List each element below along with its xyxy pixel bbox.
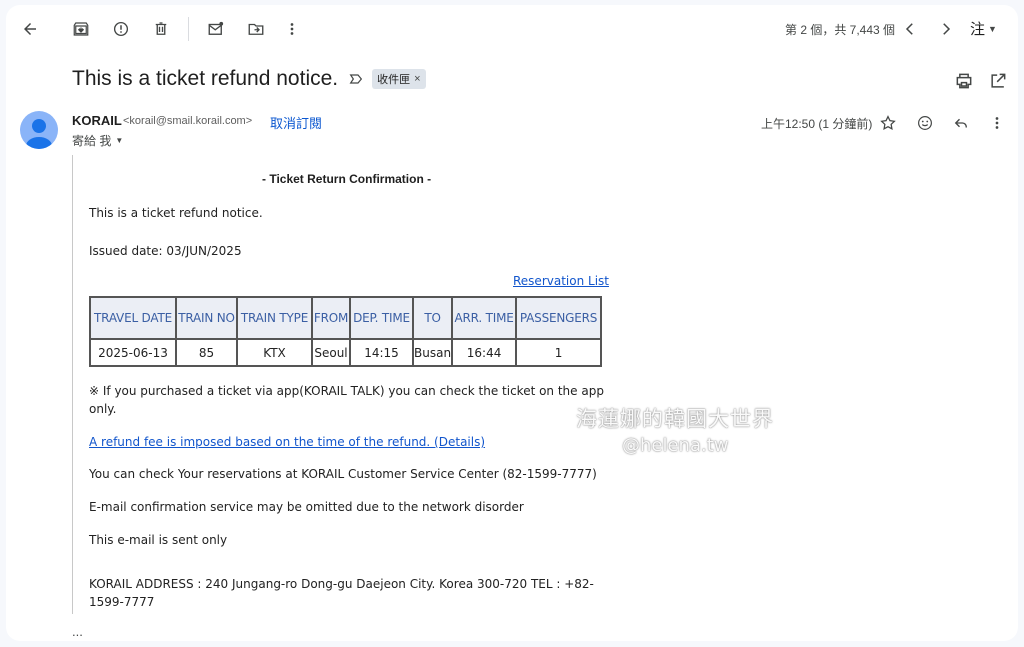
sender-email: <korail@smail.korail.com> — [123, 115, 253, 127]
toolbar: 第 2 個，共 7,443 個 注 ▼ — [6, 5, 1018, 53]
inbox-label-chip[interactable]: 收件匣 × — [372, 69, 426, 89]
quote-bar — [72, 155, 73, 614]
toolbar-divider — [188, 17, 189, 41]
print-icon[interactable] — [954, 71, 974, 91]
recipients-text: 寄給 我 — [72, 134, 112, 148]
table-header: TRAIN NO — [175, 296, 238, 340]
mail-intro: This is a ticket refund notice. — [89, 206, 263, 220]
watermark-handle: @helena.tw — [622, 435, 729, 456]
table-cell: KTX — [236, 338, 313, 367]
table-header: TRAIN TYPE — [236, 296, 313, 340]
table-header: TO — [411, 296, 454, 340]
table-cell: 85 — [175, 338, 238, 367]
emoji-reaction-icon[interactable] — [914, 112, 936, 134]
more-vert-icon[interactable] — [278, 15, 306, 43]
archive-icon[interactable] — [67, 15, 95, 43]
address-line-1: KORAIL ADDRESS : 240 Jungang-ro Dong-gu … — [89, 577, 594, 591]
table-header: DEP. TIME — [349, 296, 414, 340]
issued-date: Issued date: 03/JUN/2025 — [89, 244, 242, 258]
older-chevron-icon[interactable] — [932, 15, 960, 43]
newer-chevron-icon[interactable] — [896, 15, 924, 43]
unsubscribe-link[interactable]: 取消訂閱 — [270, 113, 322, 132]
delete-icon[interactable] — [147, 15, 175, 43]
table-header: ARR. TIME — [451, 296, 518, 340]
app-note-line-2: only. — [89, 402, 117, 416]
more-vert-icon[interactable] — [986, 112, 1008, 134]
table-cell: 16:44 — [451, 338, 518, 367]
chevron-down-icon: ▼ — [988, 23, 997, 34]
recipients-toggle[interactable]: 寄給 我 ▼ — [72, 132, 123, 149]
table-header-row: TRAVEL DATE TRAIN NO TRAIN TYPE FROM DEP… — [89, 296, 603, 340]
app-note-line-1: ※ If you purchased a ticket via app(KORA… — [89, 384, 604, 398]
table-cell: 1 — [515, 338, 603, 367]
table-header: PASSENGERS — [515, 296, 603, 340]
sender-name: KORAIL — [72, 113, 122, 128]
input-language-label: 注 — [970, 21, 986, 38]
report-spam-icon[interactable] — [107, 15, 135, 43]
table-cell: 2025-06-13 — [89, 338, 177, 367]
subject-line: This is a ticket refund notice. 收件匣 × — [72, 67, 426, 91]
table-cell: 14:15 — [349, 338, 414, 367]
mail-heading: - Ticket Return Confirmation - — [262, 172, 432, 186]
back-arrow-icon[interactable] — [16, 15, 44, 43]
refund-fee-link[interactable]: A refund fee is imposed based on the tim… — [89, 435, 485, 449]
remove-label-button[interactable]: × — [414, 73, 420, 85]
table-header: TRAVEL DATE — [89, 296, 177, 340]
show-trimmed-content-button[interactable]: ... — [72, 624, 83, 639]
avatar[interactable] — [20, 111, 58, 149]
ticket-table: TRAVEL DATE TRAIN NO TRAIN TYPE FROM DEP… — [89, 296, 603, 367]
inbox-label-text: 收件匣 — [377, 74, 411, 86]
watermark-text: 海蓮娜的韓國大世界 — [576, 407, 774, 431]
open-in-new-window-icon[interactable] — [988, 71, 1008, 91]
email-view: 第 2 個，共 7,443 個 注 ▼ This is a ticket ref… — [6, 5, 1018, 641]
page-title: This is a ticket refund notice. — [72, 67, 339, 90]
input-language-button[interactable]: 注 ▼ — [970, 18, 997, 39]
send-only-line: This e-mail is sent only — [89, 533, 228, 547]
reply-icon[interactable] — [950, 112, 972, 134]
reservation-list-link[interactable]: Reservation List — [513, 274, 609, 288]
chevron-down-icon: ▼ — [115, 136, 124, 145]
table-cell: Seoul — [311, 338, 351, 367]
star-icon[interactable] — [877, 112, 899, 134]
table-row: 2025-06-13 85 KTX Seoul 14:15 Busan 16:4… — [89, 338, 603, 367]
table-header: FROM — [311, 296, 351, 340]
move-to-icon[interactable] — [242, 15, 270, 43]
pager-count: 第 2 個，共 7,443 個 — [785, 23, 896, 37]
mark-unread-icon[interactable] — [202, 15, 230, 43]
message-timestamp: 上午12:50 (1 分鐘前) — [761, 117, 873, 131]
label-importance-icon[interactable] — [348, 71, 364, 87]
network-disorder-line: E-mail confirmation service may be omitt… — [89, 500, 524, 514]
address-line-2: 1599-7777 — [89, 595, 155, 609]
table-cell: Busan — [411, 338, 454, 367]
customer-service-line: You can check Your reservations at KORAI… — [89, 467, 597, 481]
